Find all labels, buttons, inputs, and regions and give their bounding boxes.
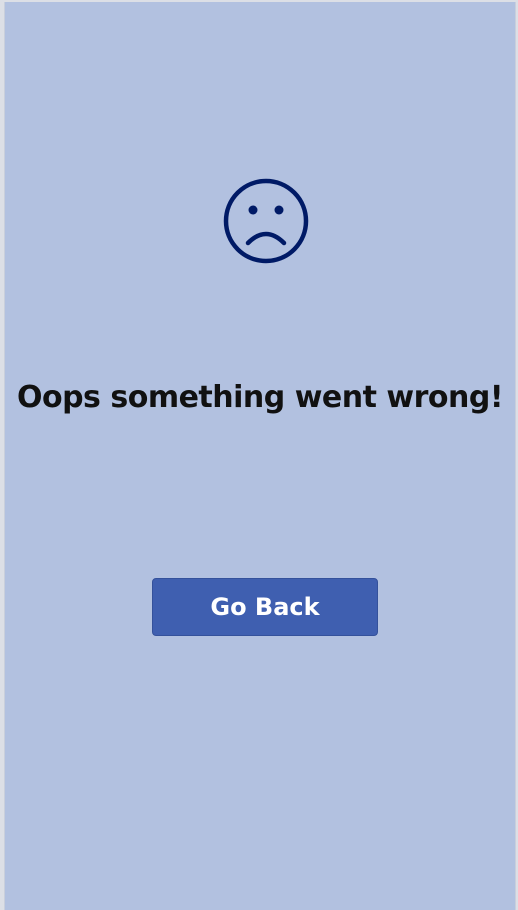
error-message: Oops something went wrong! [16, 380, 504, 415]
go-back-button[interactable]: Go Back [152, 578, 378, 636]
sad-face-icon [223, 178, 309, 264]
error-screen: Oops something went wrong! Go Back [4, 2, 516, 910]
